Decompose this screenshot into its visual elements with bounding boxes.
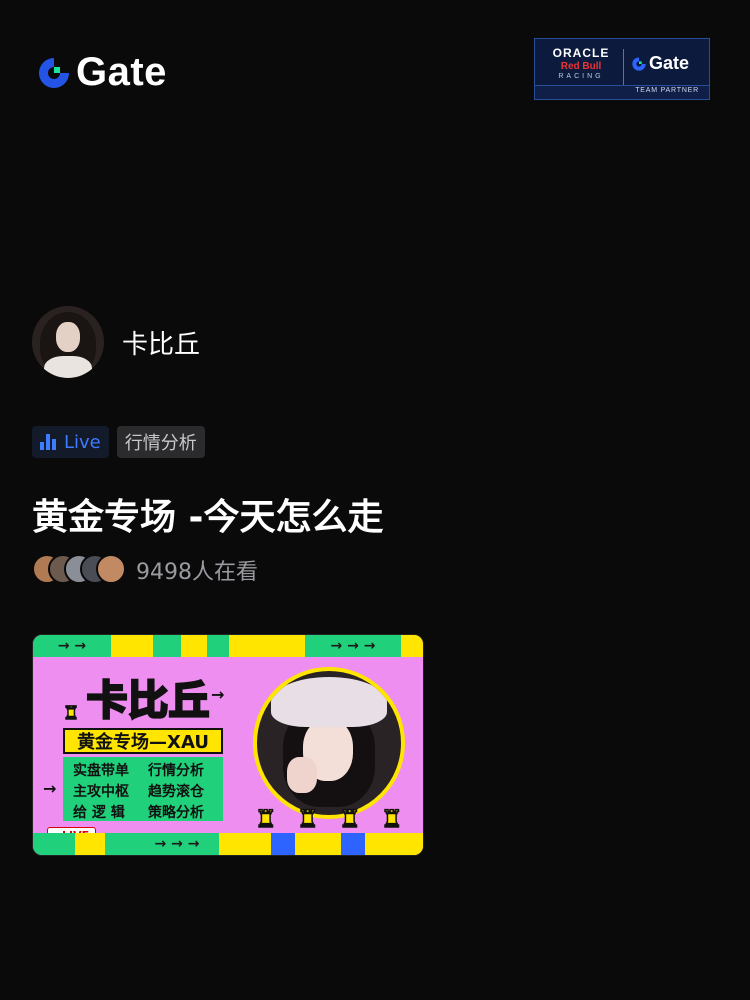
racing-text: RACING	[558, 73, 604, 80]
host-profile[interactable]: 卡比丘	[32, 306, 200, 378]
viewer-count: 9498人在看	[136, 560, 258, 585]
oracle-text: ORACLE	[552, 46, 610, 60]
trophy-icon: ♜	[338, 804, 361, 834]
feature-item: 策略分析	[148, 805, 204, 821]
stream-title: 黄金专场 -今天怎么走	[32, 497, 384, 538]
badge-footer: TEAM PARTNER	[535, 85, 709, 99]
trophy-icon: ♜	[62, 702, 80, 725]
viewer-avatars	[32, 553, 132, 587]
partner-gate-text: Gate	[649, 53, 690, 73]
arrow-icon: →	[43, 779, 57, 798]
feature-item: 给 逻 辑	[73, 805, 125, 821]
trophy-icon: ♜	[380, 804, 403, 834]
team-partner-badge: ORACLE Red Bull RACING Gate TEAM PARTNER	[534, 38, 710, 100]
viewer-avatar	[96, 554, 126, 584]
stream-tags: Live 行情分析	[32, 426, 205, 458]
logo-text: Gate	[76, 50, 167, 94]
thumbnail-features: 实盘带单 行情分析 主攻中枢 趋势滚仓 给 逻 辑 策略分析	[63, 757, 223, 821]
category-tag[interactable]: 行情分析	[116, 426, 205, 458]
viewer-info: 9498人在看	[32, 553, 258, 587]
gate-small-icon	[632, 56, 646, 71]
host-name[interactable]: 卡比丘	[122, 324, 200, 361]
host-avatar[interactable]	[32, 306, 104, 378]
team-partner-text: TEAM PARTNER	[635, 87, 699, 94]
badge-divider	[623, 49, 624, 85]
trophy-icon: ♜	[296, 804, 319, 834]
feature-item: 趋势滚仓	[148, 784, 204, 800]
stream-thumbnail[interactable]: → → → → → 卡比丘 → → ♜ 黄金专场—XAU 实盘带单 行情分析 主…	[32, 634, 424, 856]
trophy-icon: ♜	[254, 804, 277, 834]
thumbnail-subject: 黄金专场—XAU	[63, 728, 223, 754]
redbull-text: Red Bull	[560, 61, 602, 72]
live-tag: Live	[32, 426, 109, 458]
thumbnail-name-box: 卡比丘	[77, 673, 220, 726]
thumbnail-bottom-band: → → →	[33, 833, 423, 855]
host-portrait	[253, 667, 405, 819]
live-bars-icon	[40, 434, 56, 450]
feature-item: 行情分析	[148, 763, 204, 779]
feature-item: 实盘带单	[73, 763, 129, 779]
partner-gate-logo: Gate	[631, 53, 689, 74]
gate-logo[interactable]: Gate	[36, 50, 167, 95]
live-tag-label: Live	[64, 431, 101, 453]
feature-item: 主攻中枢	[73, 784, 129, 800]
gate-logo-icon	[36, 55, 72, 91]
thumbnail-name: 卡比丘	[86, 677, 211, 726]
thumbnail-top-band: → → → → →	[33, 635, 423, 657]
arrow-icon: →	[211, 685, 225, 704]
